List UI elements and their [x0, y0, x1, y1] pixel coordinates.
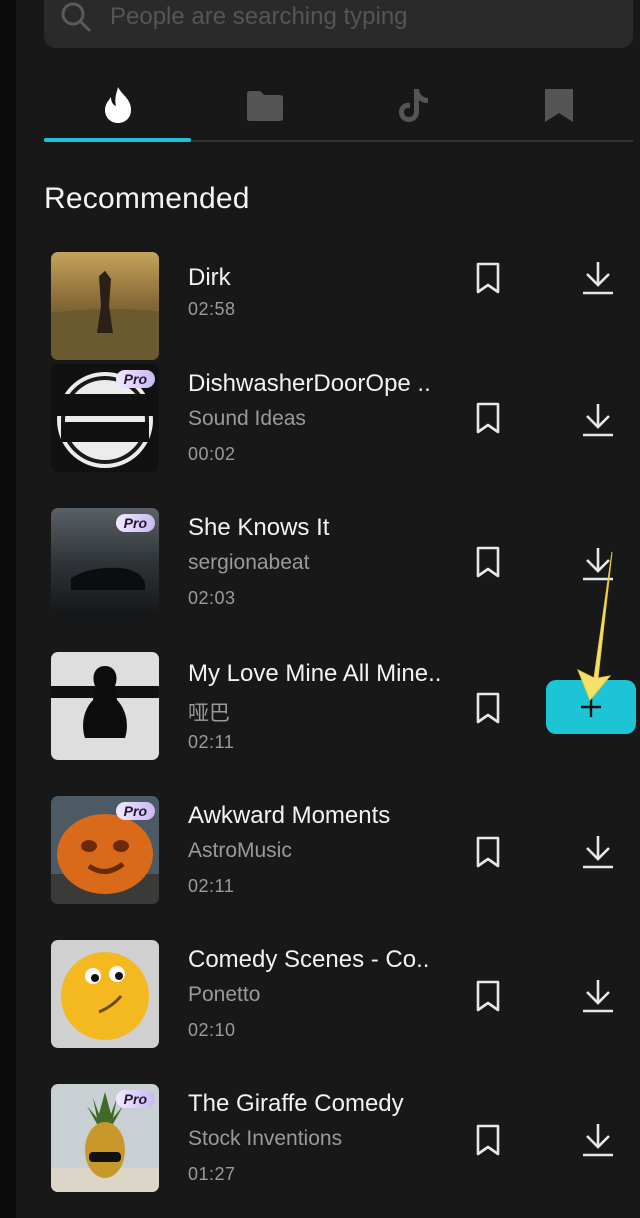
track-duration: 02:03 [188, 588, 236, 608]
bookmark-icon[interactable] [470, 978, 506, 1014]
tiktok-icon [399, 89, 429, 122]
bookmark-icon[interactable] [470, 400, 506, 436]
field-photo [51, 252, 159, 360]
track-artist: Sound Ideas [188, 407, 306, 430]
bookmark-icon [545, 89, 574, 122]
track-row[interactable]: Comedy Scenes - Co.. Ponetto 02:10 [0, 940, 640, 1060]
track-duration: 02:58 [188, 299, 236, 319]
track-thumbnail [51, 940, 159, 1048]
pro-badge: Pro [115, 514, 155, 532]
tab-folder[interactable] [191, 70, 338, 140]
track-thumbnail: Pro [51, 796, 159, 904]
folder-icon [246, 91, 283, 121]
track-thumbnail: Pro [51, 1084, 159, 1192]
track-duration: 02:11 [188, 876, 235, 896]
track-row[interactable]: Pro Awkward Moments AstroMusic 02:11 [0, 796, 640, 916]
search-bar[interactable] [44, 0, 633, 48]
download-icon[interactable] [578, 258, 618, 298]
track-thumbnail: Pro [51, 364, 159, 472]
bookmark-icon[interactable] [470, 544, 506, 580]
download-icon[interactable] [578, 832, 618, 872]
track-artist: Ponetto [188, 983, 261, 1006]
pro-badge: Pro [115, 802, 155, 820]
pro-badge: Pro [115, 370, 155, 388]
track-artist: Stock Inventions [188, 1127, 343, 1150]
track-artist: 哑巴 [188, 702, 230, 725]
smiley-ball-photo [51, 940, 159, 1048]
track-duration: 02:10 [188, 1020, 236, 1040]
annotation-arrow [577, 551, 613, 701]
track-artist: AstroMusic [188, 839, 292, 862]
tab-trending[interactable] [44, 70, 191, 140]
track-thumbnail: Pro [51, 508, 159, 616]
track-title: DishwasherDoorOpe .. [188, 370, 431, 397]
flame-icon [104, 87, 131, 123]
bookmark-icon[interactable] [470, 690, 506, 726]
track-title: My Love Mine All Mine.. [188, 660, 442, 687]
track-duration: 01:27 [188, 1164, 236, 1184]
search-input[interactable] [108, 2, 592, 32]
search-icon [61, 2, 91, 32]
bookmark-icon[interactable] [470, 1122, 506, 1158]
pro-badge: Pro [115, 1090, 155, 1108]
track-artist: sergionabeat [188, 551, 310, 574]
download-icon[interactable] [578, 400, 618, 440]
track-title: The Giraffe Comedy [188, 1090, 404, 1117]
tab-saved[interactable] [486, 70, 633, 140]
track-row[interactable]: Pro DishwasherDoorOpe .. Sound Ideas 00:… [0, 364, 640, 484]
track-row[interactable]: Pro The Giraffe Comedy Stock Inventions … [0, 1084, 640, 1204]
download-icon[interactable] [578, 1120, 618, 1160]
track-duration: 00:02 [188, 444, 236, 464]
tab-tiktok[interactable] [339, 70, 486, 140]
track-title: Comedy Scenes - Co.. [188, 946, 430, 973]
track-row[interactable]: Dirk 02:58 [0, 252, 640, 372]
track-duration: 02:11 [188, 732, 235, 752]
track-title: Awkward Moments [188, 802, 391, 829]
section-title: Recommended [44, 182, 250, 215]
download-icon[interactable] [578, 976, 618, 1016]
category-tabs [44, 70, 633, 142]
track-title: She Knows It [188, 514, 330, 541]
anime-art [51, 652, 159, 760]
active-tab-indicator [44, 138, 191, 142]
track-row[interactable]: Pro She Knows It sergionabeat 02:03 [0, 508, 640, 628]
track-thumbnail [51, 652, 159, 760]
bookmark-icon[interactable] [470, 260, 506, 296]
track-title: Dirk [188, 264, 231, 291]
bookmark-icon[interactable] [470, 834, 506, 870]
track-row-selected[interactable]: My Love Mine All Mine.. 哑巴 02:11 [0, 652, 640, 772]
track-thumbnail [51, 252, 159, 360]
